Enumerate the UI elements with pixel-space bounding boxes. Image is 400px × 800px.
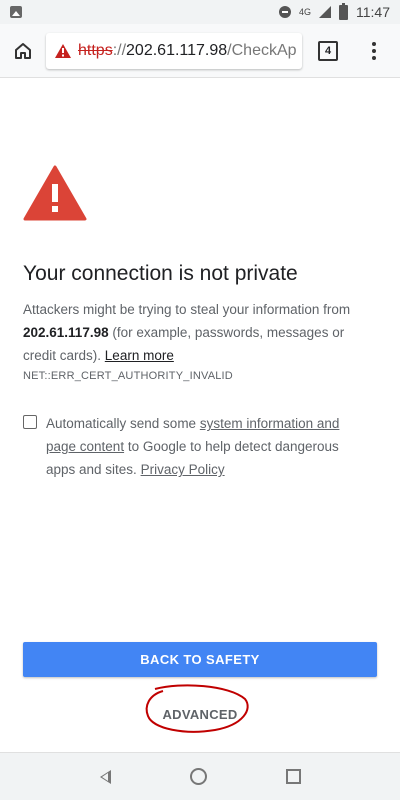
home-icon — [15, 42, 31, 59]
warning-description: Attackers might be trying to steal your … — [23, 298, 378, 367]
status-time: 11:47 — [356, 4, 390, 20]
recents-icon[interactable] — [285, 769, 301, 784]
signal-icon — [319, 6, 331, 18]
status-bar: 4G 11:47 — [0, 0, 400, 24]
host-name: 202.61.117.98 — [23, 325, 109, 340]
image-notification-icon — [10, 6, 22, 18]
url-host: 202.61.117.98 — [126, 41, 228, 59]
menu-dot-icon — [372, 55, 376, 60]
browser-toolbar: https://202.61.117.98/CheckAp 4 — [0, 24, 400, 78]
warning-icon — [23, 165, 87, 221]
back-icon[interactable] — [99, 769, 111, 784]
learn-more-link[interactable]: Learn more — [105, 348, 174, 363]
network-type-label: 4G — [298, 6, 311, 17]
description-prefix: Attackers might be trying to steal your … — [23, 302, 351, 317]
menu-dot-icon — [372, 48, 376, 53]
do-not-disturb-icon — [278, 6, 291, 18]
url-bar[interactable]: https://202.61.117.98/CheckAp — [46, 32, 302, 69]
checkbox-label-prefix: Automatically send some — [46, 416, 197, 431]
not-secure-warning-icon — [55, 43, 71, 58]
back-to-safety-button[interactable]: BACK TO SAFETY — [23, 642, 377, 677]
error-code: NET::ERR_CERT_AUTHORITY_INVALID — [23, 370, 233, 382]
tab-switcher-button[interactable]: 4 — [302, 24, 354, 78]
battery-icon — [339, 2, 348, 20]
privacy-policy-link[interactable]: Privacy Policy — [141, 462, 225, 477]
page-title: Your connection is not private — [23, 262, 298, 285]
send-info-checkbox[interactable] — [23, 415, 37, 429]
menu-dot-icon — [372, 41, 376, 46]
home-circle-icon[interactable] — [189, 768, 207, 785]
advanced-button[interactable]: ADVANCED — [150, 698, 250, 730]
url-path: /CheckAp — [227, 41, 297, 59]
url-separator: :// — [112, 41, 127, 59]
url-scheme: https — [78, 41, 113, 59]
checkbox-label: Automatically send some system informati… — [46, 412, 371, 481]
system-navigation-bar — [0, 752, 400, 800]
tab-count: 4 — [318, 40, 338, 61]
overflow-menu-button[interactable] — [354, 24, 394, 78]
home-button[interactable] — [0, 24, 46, 78]
